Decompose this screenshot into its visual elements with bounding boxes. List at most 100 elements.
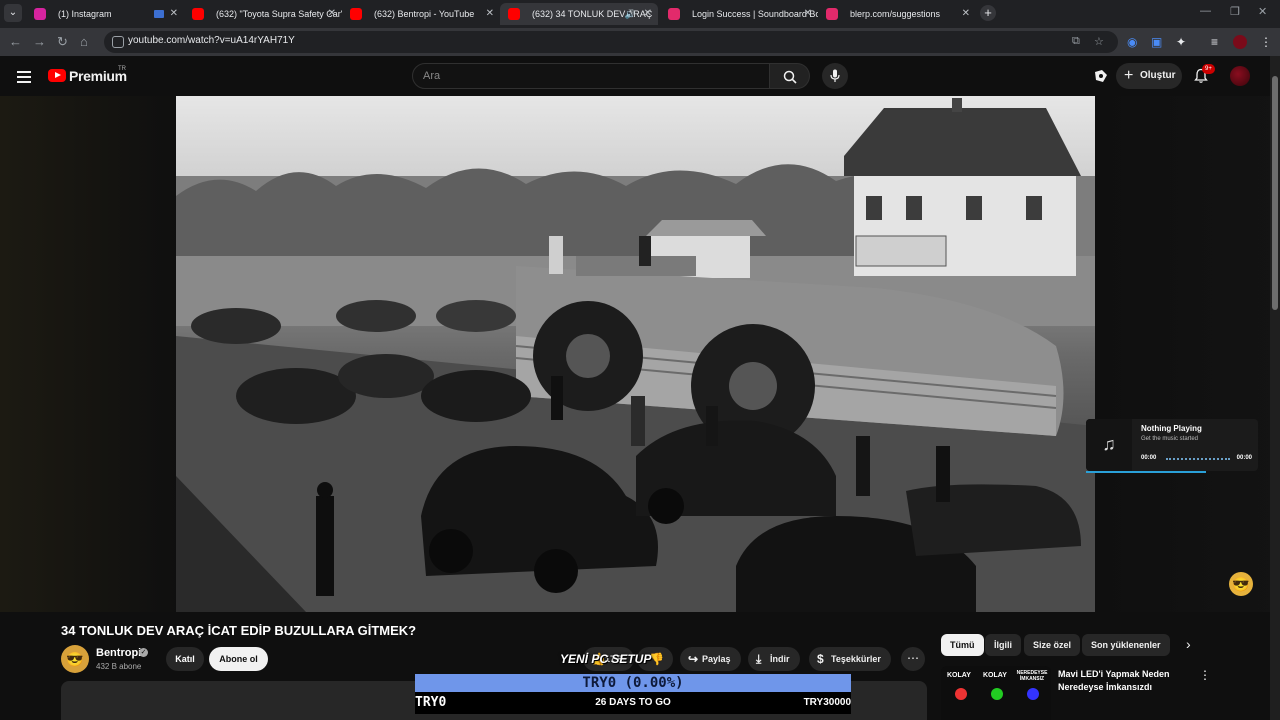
- download-label: İndir: [770, 654, 790, 664]
- donation-target: TRY30000: [803, 697, 851, 708]
- forward-icon[interactable]: →: [33, 34, 46, 50]
- instagram-icon: [34, 8, 46, 20]
- subscribe-button[interactable]: Abone ol: [209, 647, 268, 671]
- channel-avatar[interactable]: 😎: [61, 645, 89, 673]
- tab-search-button[interactable]: ⌄: [4, 4, 22, 22]
- create-label: Oluştur: [1140, 70, 1176, 81]
- extensions-icon[interactable]: ✦: [1176, 34, 1186, 50]
- donation-progress-text: TRY0 (0.00%): [582, 675, 684, 691]
- home-icon[interactable]: ⌂: [80, 34, 88, 50]
- notification-badge: 9+: [1202, 64, 1215, 74]
- extension-icon[interactable]: [1093, 68, 1109, 84]
- close-icon[interactable]: ✕: [328, 3, 336, 25]
- tab-title: (632) "Toyota Supra Safety Car": [216, 9, 342, 19]
- profile-avatar[interactable]: [1233, 35, 1247, 49]
- install-app-icon[interactable]: ⧉: [1072, 35, 1080, 48]
- chip-recent[interactable]: Son yüklenenler: [1082, 634, 1170, 656]
- recommendation-thumbnail[interactable]: KOLAY KOLAY NEREDEYSE İMKANSIZ: [941, 666, 1051, 720]
- tab-soundboard[interactable]: Login Success | Soundboard Bo ✕: [660, 3, 818, 25]
- tab-toyota[interactable]: (632) "Toyota Supra Safety Car" ✕: [184, 3, 342, 25]
- tab-current-video[interactable]: (632) 34 TONLUK DEV ARAÇ 🔊 ✕: [500, 3, 658, 25]
- translate-extension-icon[interactable]: ▣: [1151, 34, 1162, 50]
- region-code: TR: [118, 66, 126, 72]
- tab-instagram[interactable]: (1) Instagram ✕: [26, 3, 184, 25]
- site-info-icon[interactable]: [112, 36, 124, 48]
- close-icon[interactable]: ✕: [644, 3, 652, 25]
- subscriber-count: 432 B abone: [96, 662, 142, 671]
- donation-days-left: 26 DAYS TO GO: [595, 697, 671, 708]
- tab-title: Login Success | Soundboard Bo: [692, 9, 818, 19]
- sunglasses-emoji-icon[interactable]: 😎: [1229, 572, 1253, 596]
- address-bar-row: ← → ↻ ⌂ youtube.com/watch?v=uA14rYAH71Y …: [0, 28, 1280, 56]
- back-icon[interactable]: ←: [9, 34, 22, 50]
- restore-icon[interactable]: ❐: [1230, 5, 1240, 18]
- more-options-icon[interactable]: ⋮: [1199, 668, 1211, 682]
- music-time-start: 00:00: [1141, 455, 1157, 461]
- youtube-logo-icon[interactable]: [48, 69, 66, 82]
- browser-tab-bar: ⌄ (1) Instagram ✕ (632) "Toyota Supra Sa…: [0, 0, 1280, 28]
- close-icon[interactable]: ✕: [804, 3, 812, 25]
- music-note-icon: ♫: [1086, 419, 1132, 471]
- chip-for-you[interactable]: Size özel: [1024, 634, 1081, 656]
- close-icon[interactable]: ✕: [962, 3, 970, 25]
- chip-related[interactable]: İlgili: [985, 634, 1021, 656]
- green-led-icon: [991, 688, 1003, 700]
- chevron-right-icon[interactable]: ›: [1186, 636, 1191, 652]
- search-box: [412, 63, 770, 89]
- thumbnail-label: NEREDEYSE İMKANSIZ: [1016, 670, 1048, 682]
- scroll-thumb[interactable]: [1272, 76, 1278, 310]
- bookmark-star-icon[interactable]: ☆: [1094, 35, 1104, 48]
- channel-name[interactable]: Bentropi: [96, 647, 141, 659]
- thumbnail-label: KOLAY: [947, 672, 971, 679]
- music-title: Nothing Playing: [1141, 424, 1202, 433]
- search-button[interactable]: [770, 63, 810, 89]
- music-widget[interactable]: ♫ Nothing Playing Get the music started …: [1086, 419, 1258, 471]
- media-control-icon[interactable]: ≡: [1211, 34, 1218, 50]
- close-icon[interactable]: ✕: [170, 3, 178, 25]
- browser-menu-icon[interactable]: ⋮: [1260, 34, 1272, 50]
- new-tab-button[interactable]: +: [980, 5, 996, 21]
- speaker-icon[interactable]: 🔊: [625, 3, 636, 25]
- tab-title: (632) Bentropi - YouTube: [374, 9, 475, 19]
- thanks-button[interactable]: $ Teşekkürler: [809, 647, 891, 671]
- download-icon: ⤓: [756, 652, 762, 666]
- youtube-icon: [192, 8, 204, 20]
- music-seek-bar[interactable]: [1166, 458, 1230, 460]
- tab-bentropi[interactable]: (632) Bentropi - YouTube ✕: [342, 3, 500, 25]
- blerp-icon: [826, 8, 838, 20]
- search-icon: [783, 70, 797, 84]
- url-text[interactable]: youtube.com/watch?v=uA14rYAH71Y: [128, 35, 295, 46]
- minimize-icon[interactable]: —: [1200, 5, 1211, 17]
- chip-all[interactable]: Tümü: [941, 634, 984, 656]
- page-scrollbar[interactable]: [1270, 56, 1280, 720]
- join-button[interactable]: Katıl: [166, 647, 204, 671]
- url-field[interactable]: youtube.com/watch?v=uA14rYAH71Y ⧉ ☆: [104, 31, 1118, 53]
- thanks-label: Teşekkürler: [831, 654, 881, 664]
- video-frame-image: [176, 98, 1095, 612]
- youtube-icon: [508, 8, 520, 20]
- tab-blerp[interactable]: blerp.com/suggestions ✕: [818, 3, 976, 25]
- share-button[interactable]: ↪ Paylaş: [680, 647, 741, 671]
- tab-title: (1) Instagram: [58, 9, 112, 19]
- video-title: 34 TONLUK DEV ARAÇ İCAT EDİP BUZULLARA G…: [61, 623, 417, 638]
- close-icon[interactable]: ✕: [486, 3, 494, 25]
- recommendation-title[interactable]: Mavi LED'i Yapmak Neden Neredeyse İmkans…: [1058, 668, 1188, 694]
- video-player[interactable]: [176, 96, 1095, 612]
- voice-search-button[interactable]: [822, 63, 848, 89]
- account-avatar[interactable]: [1230, 66, 1250, 86]
- music-time-end: 00:00: [1236, 455, 1252, 461]
- reload-icon[interactable]: ↻: [57, 34, 68, 50]
- create-button[interactable]: + Oluştur: [1116, 63, 1182, 89]
- download-button[interactable]: ⤓ İndir: [748, 647, 800, 671]
- donation-goal-footer: TRY0 26 DAYS TO GO TRY30000: [415, 692, 851, 714]
- blerp-icon: [668, 8, 680, 20]
- share-icon: ↪: [688, 652, 699, 666]
- menu-icon[interactable]: [17, 71, 31, 83]
- audio-extension-icon[interactable]: ◉: [1127, 34, 1137, 50]
- picture-icon: [154, 10, 164, 18]
- mic-icon: [830, 69, 840, 82]
- verified-icon: ✓: [139, 648, 148, 657]
- more-actions-icon[interactable]: ⋯: [901, 647, 925, 671]
- search-input[interactable]: [423, 70, 753, 82]
- window-close-icon[interactable]: ✕: [1258, 5, 1267, 18]
